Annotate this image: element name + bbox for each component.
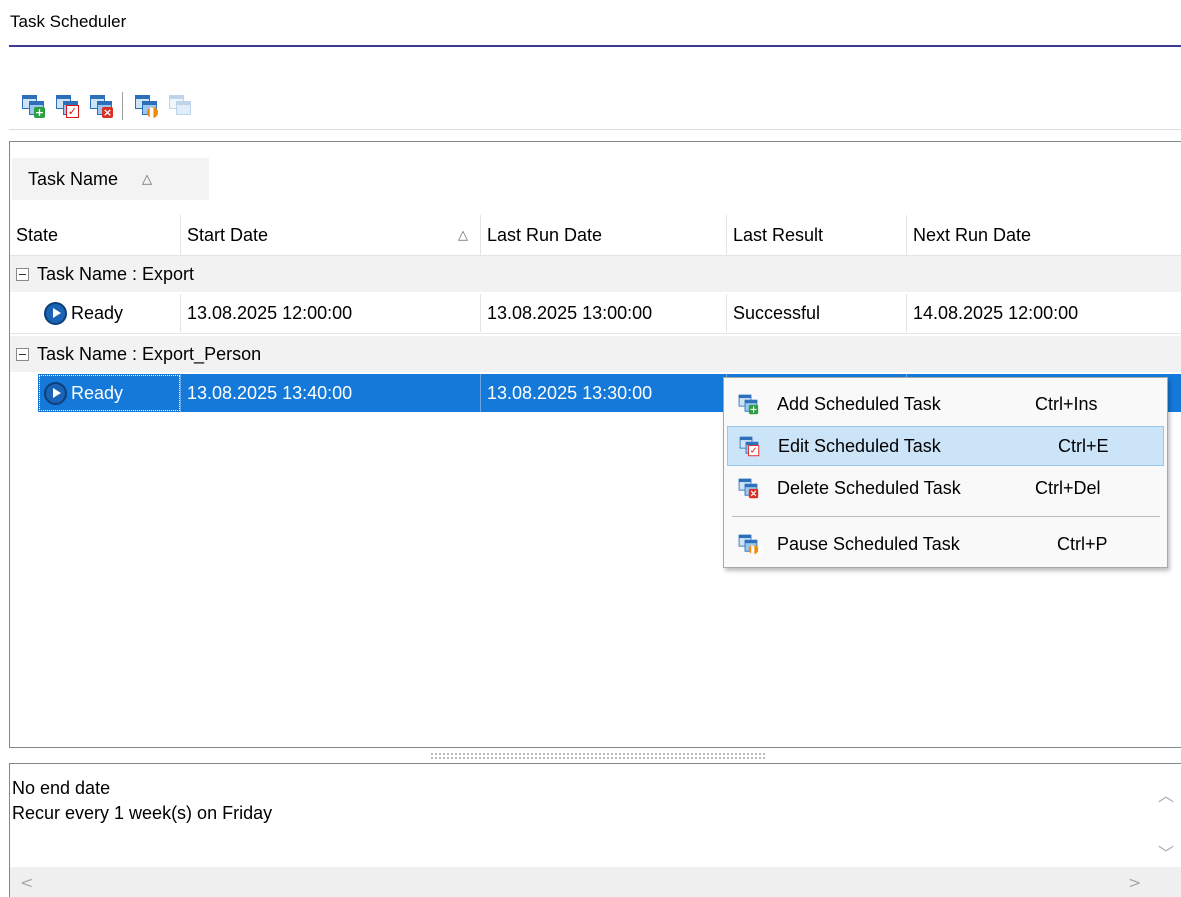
row-divider [10,333,1181,334]
state-text: Ready [71,302,124,323]
menu-item-shortcut: Ctrl+Del [1035,477,1101,498]
toolbar-divider [9,129,1181,130]
menu-item-shortcut: Ctrl+P [1057,533,1108,554]
delete-task-icon: × [89,94,113,118]
group-label: Task Name : Export [37,263,195,284]
add-task-icon: + [21,94,45,118]
title-divider [9,45,1181,47]
cell-last-run-date: 13.08.2025 13:30:00 [481,374,727,412]
sort-ascending-icon: △ [142,171,153,187]
column-header-last-run-date[interactable]: Last Run Date [481,215,727,255]
recurrence-text: Recur every 1 week(s) on Friday [12,803,273,823]
menu-item-label: Pause Scheduled Task [777,533,960,554]
add-task-icon: + [738,394,759,415]
group-row-export-person[interactable]: Task Name : Export_Person [10,336,1181,372]
cell-start-date: 13.08.2025 12:00:00 [181,294,481,332]
collapse-icon[interactable] [16,347,29,361]
cell-state: Ready [38,294,181,332]
menu-separator [732,516,1160,517]
delete-task-icon: × [738,478,759,499]
scroll-down-arrow-icon[interactable]: ﹀ [1158,840,1174,864]
edit-task-icon: ✓ [739,436,760,457]
column-header-last-result[interactable]: Last Result [727,215,907,255]
context-menu: + Add Scheduled Task Ctrl+Ins ✓ Edit Sch… [723,377,1168,568]
schedule-details-text: No end date Recur every 1 week(s) on Fri… [12,776,272,826]
add-task-button[interactable]: + [18,91,48,121]
menu-item-shortcut: Ctrl+Ins [1035,393,1098,414]
cell-next-run-date: 14.08.2025 12:00:00 [913,302,1079,323]
column-header-start-date[interactable]: Start Date △ [181,215,481,255]
group-row-export[interactable]: Task Name : Export [10,256,1181,292]
column-header-label: Start Date [187,224,269,245]
pause-task-icon: ❚❚ [738,534,765,555]
collapse-icon[interactable] [16,267,29,281]
menu-item-add-scheduled-task[interactable]: + Add Scheduled Task Ctrl+Ins [727,384,1164,424]
resume-task-icon [168,94,192,118]
toolbar: + ✓ × ❚❚ [18,90,199,122]
menu-item-label: Add Scheduled Task [777,393,941,414]
end-date-text: No end date [12,778,111,798]
splitter-handle[interactable] [430,752,766,759]
edit-task-icon: ✓ [55,94,79,118]
menu-item-pause-scheduled-task[interactable]: ❚❚ Pause Scheduled Task Ctrl+P [727,524,1164,564]
ready-state-icon [44,301,67,325]
column-header-next-run-date[interactable]: Next Run Date [907,215,1181,255]
scroll-up-arrow-icon[interactable]: ︿ [1158,782,1174,806]
scroll-right-arrow-icon[interactable]: > [1128,873,1141,892]
scroll-left-arrow-icon[interactable]: < [20,873,33,892]
vertical-scrollbar[interactable]: ︿ ﹀ [1147,764,1181,867]
cell-last-result: Successful [727,294,907,332]
cell-start-date: 13.08.2025 13:40:00 [181,374,481,412]
menu-item-label: Edit Scheduled Task [778,435,941,456]
menu-item-shortcut: Ctrl+E [1058,435,1109,456]
column-header-label: State [16,224,59,245]
delete-task-button[interactable]: × [86,91,116,121]
cell-last-run-date: 13.08.2025 13:00:00 [481,294,727,332]
menu-item-delete-scheduled-task[interactable]: × Delete Scheduled Task Ctrl+Del [727,468,1164,508]
pause-task-icon: ❚❚ [134,94,165,118]
column-header-label: Next Run Date [913,224,1032,245]
toolbar-separator [122,92,123,120]
column-header-label: Last Result [733,224,824,245]
ready-state-icon [44,381,67,405]
resume-task-button[interactable] [165,91,195,121]
cell-state: Ready [38,374,181,412]
sort-ascending-icon: △ [458,227,468,243]
page-title: Task Scheduler [10,12,127,31]
horizontal-scrollbar[interactable]: < > [10,867,1181,897]
state-text: Ready [71,382,124,403]
edit-task-button[interactable]: ✓ [52,91,82,121]
table-row[interactable]: Ready 13.08.2025 12:00:00 13.08.2025 13:… [38,294,1181,332]
column-header-state[interactable]: State [10,215,181,255]
group-by-column-label: Task Name [28,168,119,189]
pause-task-button[interactable]: ❚❚ [131,91,165,121]
group-label: Task Name : Export_Person [37,343,262,364]
menu-item-label: Delete Scheduled Task [777,477,961,498]
menu-item-edit-scheduled-task[interactable]: ✓ Edit Scheduled Task Ctrl+E [727,426,1164,466]
group-by-panel[interactable]: Task Name △ [12,158,209,200]
column-header-label: Last Run Date [487,224,603,245]
